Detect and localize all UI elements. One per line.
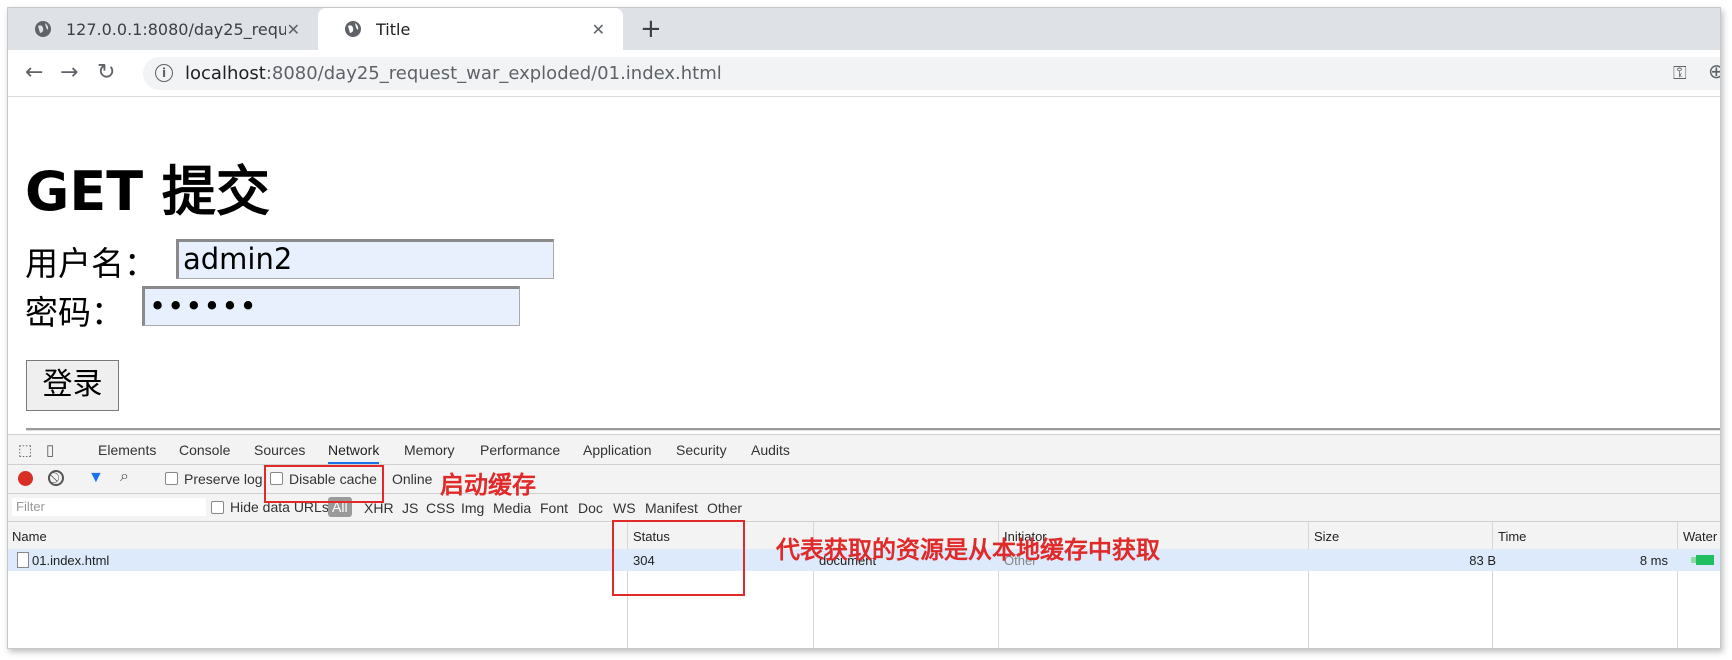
column-waterfall[interactable]: Water xyxy=(1683,529,1717,544)
tab-application[interactable]: Application xyxy=(583,442,652,458)
url-host: localhost xyxy=(185,63,266,84)
column-size[interactable]: Size xyxy=(1314,529,1339,544)
tab-title: Title xyxy=(376,19,411,39)
tab-console[interactable]: Console xyxy=(179,442,230,458)
url-text: localhost:8080/day25_request_war_explode… xyxy=(185,63,722,84)
page-title: GET 提交 xyxy=(25,160,270,223)
column-name[interactable]: Name xyxy=(12,529,47,544)
cell-name: 01.index.html xyxy=(32,553,110,568)
address-bar[interactable]: i localhost:8080/day25_request_war_explo… xyxy=(143,57,1720,90)
type-filter-css[interactable]: CSS xyxy=(426,500,455,516)
browser-toolbar: ← → ↻ i localhost:8080/day25_request_war… xyxy=(8,50,1720,97)
type-filter-doc[interactable]: Doc xyxy=(578,500,603,516)
tab-performance[interactable]: Performance xyxy=(480,442,560,458)
column-divider xyxy=(1677,522,1678,648)
type-filter-img[interactable]: Img xyxy=(461,500,484,516)
tab-title-page[interactable]: Title ✕ xyxy=(318,8,623,50)
online-throttle-select[interactable]: Online xyxy=(392,471,432,487)
browser-window: 127.0.0.1:8080/day25_request_ ✕ Title ✕ … xyxy=(7,7,1721,649)
tab-audits[interactable]: Audits xyxy=(751,442,790,458)
divider xyxy=(26,428,1720,431)
username-input[interactable]: admin2 xyxy=(176,239,554,279)
type-filter-font[interactable]: Font xyxy=(540,500,568,516)
record-button[interactable] xyxy=(18,471,33,486)
forward-button[interactable]: → xyxy=(60,60,78,85)
cell-size: 83 B xyxy=(1469,553,1496,568)
tab-request[interactable]: 127.0.0.1:8080/day25_request_ ✕ xyxy=(8,8,318,50)
back-button[interactable]: ← xyxy=(25,60,43,85)
tab-elements[interactable]: Elements xyxy=(98,442,156,458)
key-icon[interactable]: ⚿ xyxy=(1673,63,1687,84)
cell-time: 8 ms xyxy=(1639,553,1668,568)
type-filter-manifest[interactable]: Manifest xyxy=(645,500,698,516)
column-divider xyxy=(1308,522,1309,648)
globe-icon xyxy=(35,21,51,37)
info-icon[interactable]: i xyxy=(155,64,173,82)
tab-network[interactable]: Network xyxy=(328,442,380,464)
tab-security[interactable]: Security xyxy=(676,442,727,458)
column-time[interactable]: Time xyxy=(1498,529,1526,544)
type-filter-js[interactable]: JS xyxy=(402,500,418,516)
column-divider xyxy=(1492,522,1493,648)
annotation-box-cache xyxy=(264,465,384,503)
close-icon[interactable]: ✕ xyxy=(287,20,300,39)
tab-sources[interactable]: Sources xyxy=(254,442,305,458)
globe-icon xyxy=(345,21,361,37)
tab-strip: 127.0.0.1:8080/day25_request_ ✕ Title ✕ … xyxy=(8,8,1720,50)
type-filter-other[interactable]: Other xyxy=(707,500,742,516)
username-label: 用户名： xyxy=(25,244,157,283)
page-content: GET 提交 用户名： admin2 密码： •••••• 登录 xyxy=(8,97,1720,431)
hide-data-urls-checkbox[interactable] xyxy=(211,501,224,514)
search-icon[interactable]: ⌕ xyxy=(120,468,129,486)
type-filter-ws[interactable]: WS xyxy=(613,500,636,516)
reload-button[interactable]: ↻ xyxy=(97,60,115,85)
inspect-icon[interactable]: ⬚ xyxy=(18,441,32,459)
tab-title: 127.0.0.1:8080/day25_request_ xyxy=(66,19,286,39)
password-input[interactable]: •••••• xyxy=(142,286,520,326)
zoom-icon[interactable]: ⊕ xyxy=(1708,59,1720,83)
preserve-log-checkbox[interactable] xyxy=(165,472,178,485)
file-icon xyxy=(17,552,29,568)
device-toolbar-icon[interactable]: ▯ xyxy=(46,441,54,459)
tab-memory[interactable]: Memory xyxy=(404,442,455,458)
filter-icon[interactable]: ▼ xyxy=(88,469,104,487)
devtools-tab-bar: ⬚ ▯ Elements Console Sources Network Mem… xyxy=(8,435,1720,465)
login-button[interactable]: 登录 xyxy=(26,360,119,411)
annotation-box-status xyxy=(612,520,745,596)
type-filter-media[interactable]: Media xyxy=(493,500,531,516)
annotation-status-note: 代表获取的资源是从本地缓存中获取 xyxy=(776,536,1160,564)
clear-icon[interactable]: ⃠ xyxy=(48,470,64,486)
annotation-cache-note: 启动缓存 xyxy=(440,471,536,499)
waterfall-bar xyxy=(1696,555,1714,565)
url-path: :8080/day25_request_war_exploded/01.inde… xyxy=(265,63,722,84)
preserve-log-label: Preserve log xyxy=(184,471,263,487)
filter-input[interactable]: Filter xyxy=(12,498,206,516)
close-icon[interactable]: ✕ xyxy=(592,20,605,39)
password-label: 密码： xyxy=(25,293,124,332)
new-tab-button[interactable]: + xyxy=(640,14,662,44)
